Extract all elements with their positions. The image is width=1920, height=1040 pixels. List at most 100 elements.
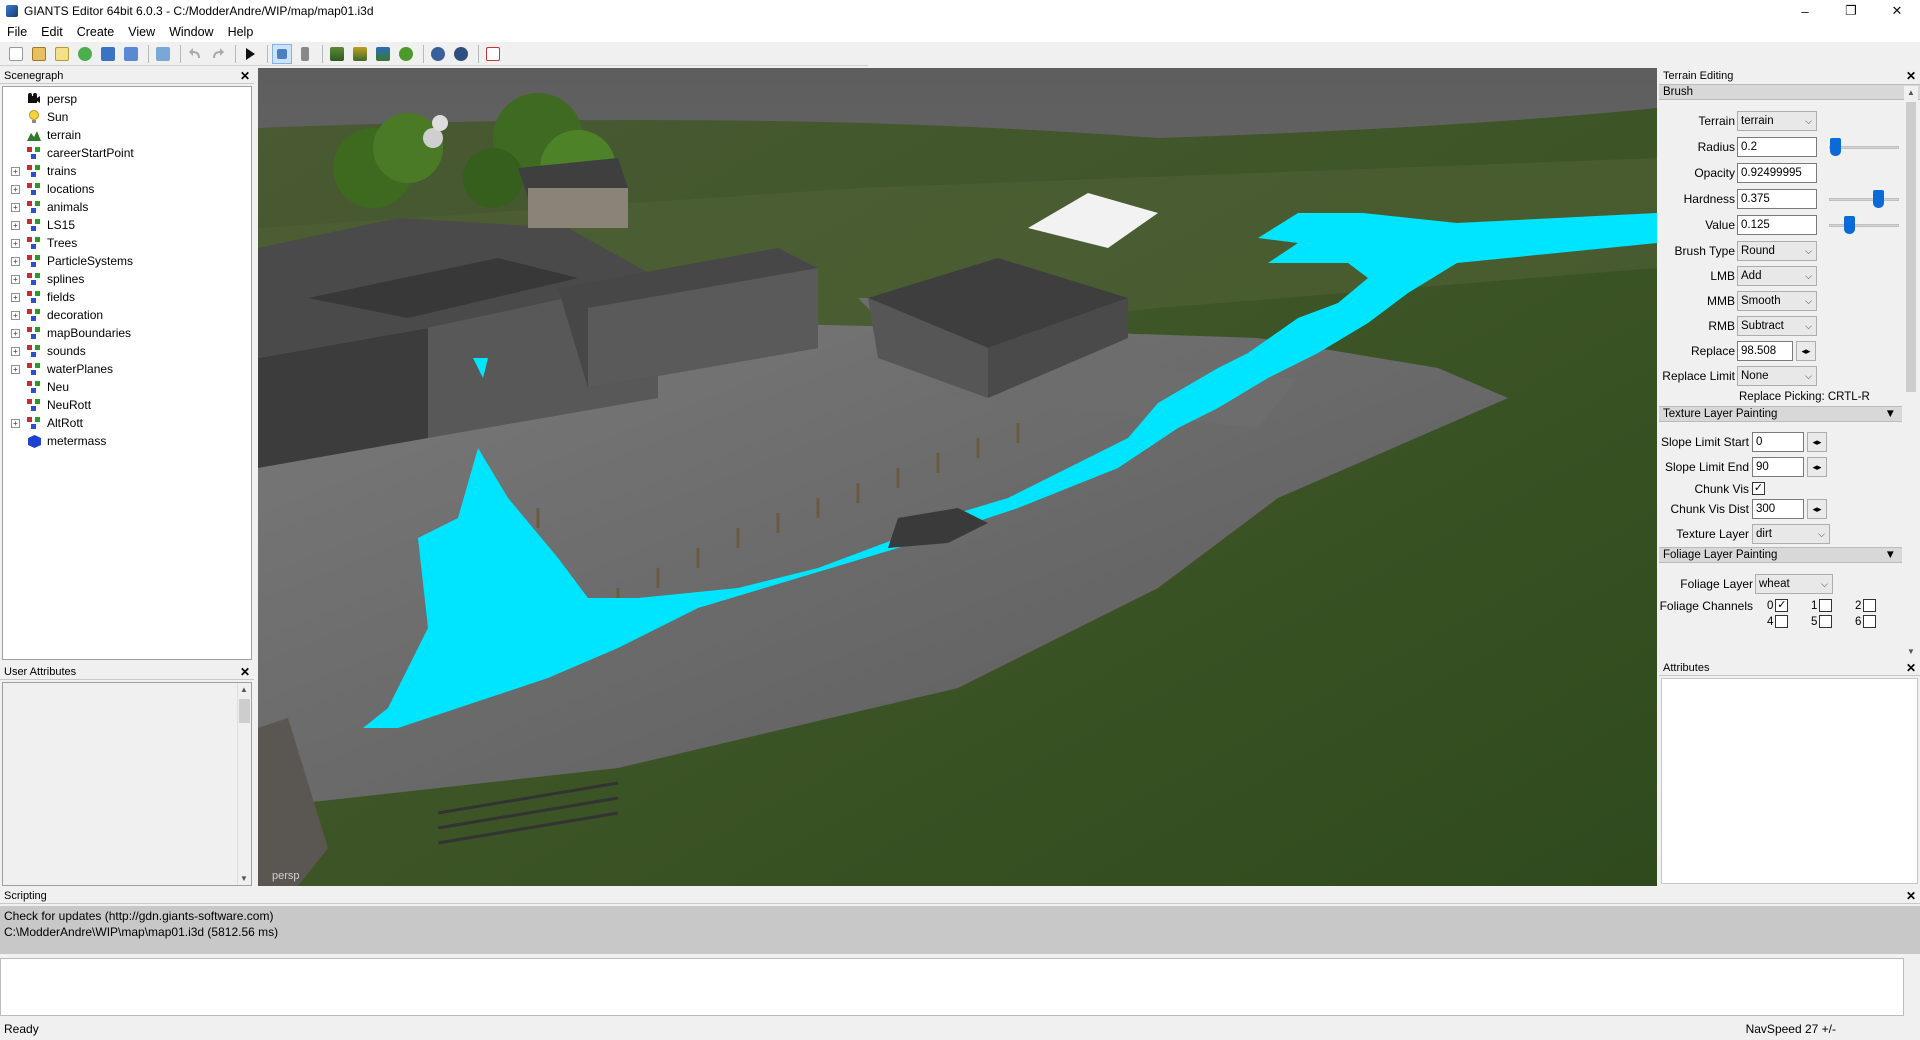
play-icon[interactable]	[240, 44, 260, 64]
hardness-slider[interactable]	[1829, 189, 1899, 209]
attributes-close-button[interactable]: ✕	[1906, 661, 1916, 675]
tree-item[interactable]: + splines	[3, 270, 251, 288]
expand-icon[interactable]: +	[11, 328, 20, 338]
value-input[interactable]: 0.125	[1737, 215, 1817, 235]
texture-section-header[interactable]: Texture Layer Painting ▼	[1659, 406, 1902, 422]
replace-limit-select[interactable]: None ⌵	[1737, 366, 1817, 386]
channel-checkbox[interactable]	[1819, 615, 1833, 628]
tree-item[interactable]: + waterPlanes	[3, 360, 251, 378]
replace-input[interactable]: 98.508	[1737, 341, 1793, 361]
slope-start-spin-button[interactable]: ◂▸	[1807, 432, 1827, 452]
foliage-section-header[interactable]: Foliage Layer Painting ▼	[1659, 547, 1902, 563]
tree-item[interactable]: + AltRott	[3, 414, 251, 432]
expand-icon[interactable]: +	[11, 256, 20, 266]
channel-checkbox[interactable]	[1863, 599, 1877, 612]
slope-end-spin-button[interactable]: ◂▸	[1807, 457, 1827, 477]
brush-section-header[interactable]: Brush ▼	[1659, 84, 1920, 100]
maximize-button[interactable]: ❐	[1828, 0, 1874, 22]
tree-item[interactable]: + locations	[3, 180, 251, 198]
tree-item[interactable]: careerStartPoint	[3, 144, 251, 162]
channel-checkbox[interactable]	[1775, 615, 1789, 628]
expand-icon[interactable]: +	[11, 202, 20, 212]
opacity-input[interactable]: 0.92499995	[1737, 163, 1817, 183]
edit-icon[interactable]	[52, 44, 72, 64]
tree-item[interactable]: + Trees	[3, 234, 251, 252]
tree-item[interactable]: + fields	[3, 288, 251, 306]
undo-icon[interactable]	[185, 44, 205, 64]
brush-type-select[interactable]: Round ⌵	[1737, 241, 1817, 261]
expand-icon[interactable]: +	[11, 418, 20, 428]
chunk-vis-dist-input[interactable]: 300	[1752, 499, 1804, 519]
settings-icon[interactable]	[428, 44, 448, 64]
foliage-layer-select[interactable]: wheat ⌵	[1755, 574, 1833, 594]
tree-item[interactable]: terrain	[3, 126, 251, 144]
close-scene-icon[interactable]	[483, 44, 503, 64]
slope-start-input[interactable]: 0	[1752, 432, 1804, 452]
tree-item[interactable]: persp	[3, 90, 251, 108]
tree-item[interactable]: metermass	[3, 432, 251, 450]
expand-icon[interactable]: +	[11, 346, 20, 356]
mmb-select[interactable]: Smooth ⌵	[1737, 291, 1817, 311]
channel-checkbox[interactable]	[1863, 615, 1877, 628]
chunk-vis-checkbox[interactable]: ✓	[1752, 482, 1765, 495]
scripting-input[interactable]	[0, 958, 1904, 1016]
expand-icon[interactable]: +	[11, 310, 20, 320]
select-icon[interactable]	[272, 43, 292, 64]
tree-item[interactable]: + animals	[3, 198, 251, 216]
save-as-icon[interactable]	[121, 44, 141, 64]
tree-item[interactable]: Neu	[3, 378, 251, 396]
menu-view[interactable]: View	[121, 25, 162, 39]
scenegraph-close-button[interactable]: ✕	[240, 69, 250, 83]
foliage-collapse-icon[interactable]: ▼	[1885, 549, 1896, 561]
expand-icon[interactable]: +	[11, 184, 20, 194]
terrain-select[interactable]: terrain ⌵	[1737, 111, 1817, 131]
move-icon[interactable]	[295, 44, 315, 64]
replace-spin-button[interactable]: ◂▸	[1796, 341, 1816, 361]
redo-icon[interactable]	[208, 44, 228, 64]
texture-layer-select[interactable]: dirt ⌵	[1752, 524, 1830, 544]
expand-icon[interactable]: +	[11, 166, 20, 176]
tree-item[interactable]: + decoration	[3, 306, 251, 324]
tree-item[interactable]: + sounds	[3, 342, 251, 360]
save-icon[interactable]	[98, 44, 118, 64]
lmb-select[interactable]: Add ⌵	[1737, 266, 1817, 286]
terrain-sculpt-icon[interactable]	[327, 44, 347, 64]
value-slider[interactable]	[1829, 215, 1899, 235]
menu-help[interactable]: Help	[221, 25, 261, 39]
refresh-icon[interactable]	[75, 44, 95, 64]
tree-item[interactable]: + mapBoundaries	[3, 324, 251, 342]
import-icon[interactable]	[153, 44, 173, 64]
channel-checkbox[interactable]	[1819, 599, 1833, 612]
channel-checkbox[interactable]: ✓	[1775, 599, 1789, 612]
tree-item[interactable]: Sun	[3, 108, 251, 126]
minimize-button[interactable]: –	[1782, 0, 1828, 22]
user-attributes-close-button[interactable]: ✕	[240, 665, 250, 679]
expand-icon[interactable]: +	[11, 238, 20, 248]
menu-window[interactable]: Window	[162, 25, 220, 39]
close-window-button[interactable]: ✕	[1874, 0, 1920, 22]
radius-input[interactable]: 0.2	[1737, 137, 1817, 157]
expand-icon[interactable]: +	[11, 292, 20, 302]
rmb-select[interactable]: Subtract ⌵	[1737, 316, 1817, 336]
radius-slider[interactable]	[1829, 137, 1899, 157]
scripting-close-button[interactable]: ✕	[1906, 889, 1916, 903]
tree-item[interactable]: + LS15	[3, 216, 251, 234]
tree-item[interactable]: + trains	[3, 162, 251, 180]
menu-create[interactable]: Create	[70, 25, 122, 39]
open-file-icon[interactable]	[29, 44, 49, 64]
texture-collapse-icon[interactable]: ▼	[1885, 408, 1896, 420]
user-attributes-scrollbar[interactable]: ▲ ▼	[237, 683, 251, 885]
slope-end-input[interactable]: 90	[1752, 457, 1804, 477]
foliage-icon[interactable]	[373, 44, 393, 64]
expand-icon[interactable]: +	[11, 274, 20, 284]
tree-item[interactable]: + ParticleSystems	[3, 252, 251, 270]
tree-icon[interactable]	[396, 44, 416, 64]
terrain-editing-close-button[interactable]: ✕	[1906, 69, 1916, 83]
terrain-paint-icon[interactable]	[350, 44, 370, 64]
terrain-panel-scrollbar[interactable]: ▲ ▼	[1904, 86, 1918, 658]
menu-edit[interactable]: Edit	[34, 25, 70, 39]
expand-icon[interactable]: +	[11, 220, 20, 230]
tree-item[interactable]: NeuRott	[3, 396, 251, 414]
settings-alt-icon[interactable]	[451, 44, 471, 64]
expand-icon[interactable]: +	[11, 364, 20, 374]
